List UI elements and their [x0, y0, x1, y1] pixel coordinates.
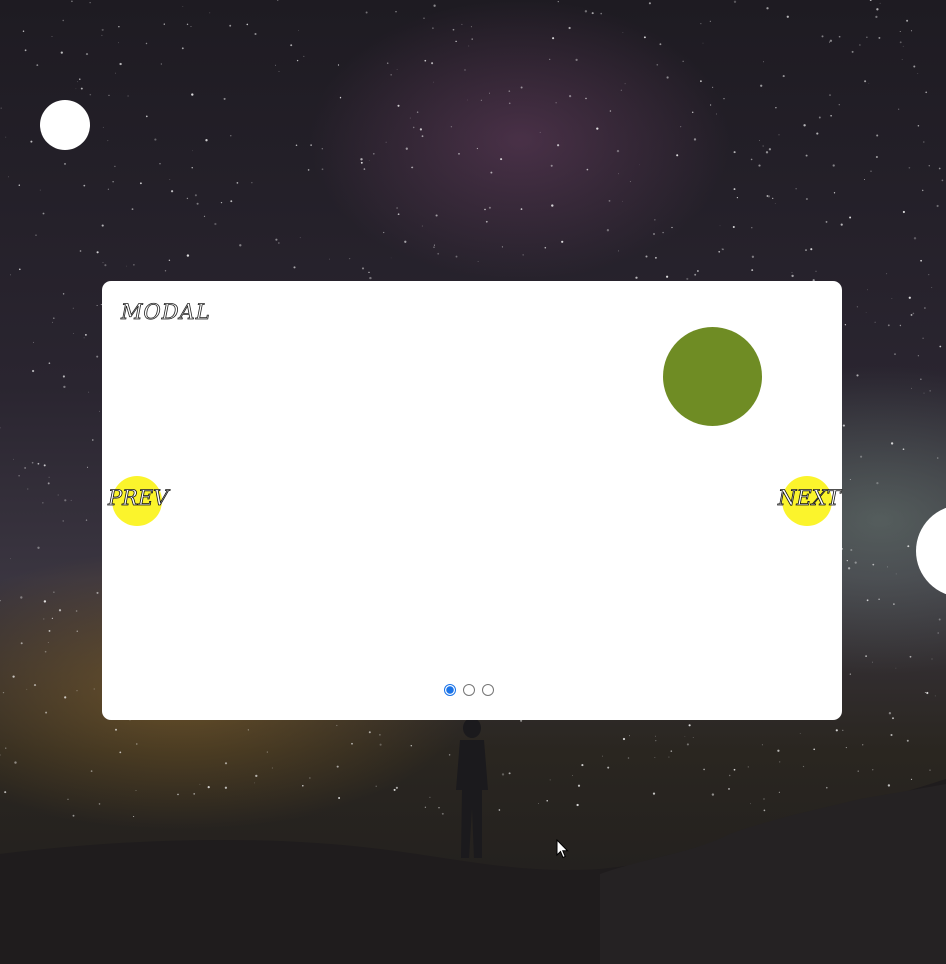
person-silhouette [456, 718, 488, 858]
green-circle-decoration [663, 327, 762, 426]
prev-button-label: PREV [108, 486, 169, 511]
mouse-cursor-icon [556, 839, 569, 859]
next-button-label: NEXT [778, 486, 841, 511]
pagination-dot-3[interactable] [482, 684, 494, 696]
pagination-dot-1[interactable] [444, 684, 456, 696]
pagination-dot-2[interactable] [463, 684, 475, 696]
next-button[interactable]: NEXT [778, 476, 841, 526]
prev-button[interactable]: PREV [108, 476, 169, 526]
modal-dialog: MODAL PREV NEXT [102, 281, 842, 720]
modal-title: MODAL [121, 300, 211, 325]
pagination-dots [444, 684, 494, 696]
night-sky-background: MODAL PREV NEXT [0, 0, 946, 964]
floating-white-circle-left [40, 100, 90, 150]
